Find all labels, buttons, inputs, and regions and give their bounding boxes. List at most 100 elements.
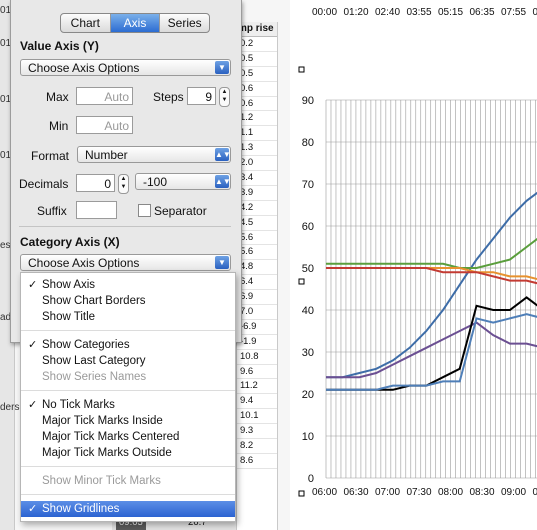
selection-handle (298, 278, 305, 285)
value-axis-title: Value Axis (Y) (20, 39, 99, 53)
sheet-cell[interactable]: -1.9 (237, 335, 277, 350)
sheet-cell[interactable]: 4.5 (237, 216, 277, 231)
dropdown-label: Choose Axis Options (28, 61, 140, 75)
x-tick-label: 08:00 (438, 487, 463, 498)
sheet-cell[interactable]: 0.5 (237, 52, 277, 67)
sheet-cell[interactable]: 10.8 (237, 350, 277, 365)
sheet-cell[interactable]: 9.3 (237, 424, 277, 440)
decimals-stepper[interactable]: ▲ ▼ (118, 174, 129, 194)
sheet-cell[interactable]: 6.9 (237, 290, 277, 306)
negative-format-dropdown[interactable]: -100 ▲▼ (135, 173, 231, 190)
chevron-down-icon: ▼ (215, 256, 229, 269)
selection-handle (298, 490, 305, 497)
sheet-cell[interactable]: 8.2 (237, 439, 277, 454)
x-tick-label: 07:00 (375, 487, 400, 498)
decimals-label: Decimals (19, 177, 69, 191)
menu-item-major-tick-outside[interactable]: Major Tick Marks Outside (21, 445, 235, 461)
top-axis-tick-label: 09:1 (533, 7, 537, 18)
sheet-cell[interactable]: 5.6 (237, 245, 277, 261)
sheet-cell[interactable]: 11.2 (237, 379, 277, 395)
separator-checkbox[interactable] (138, 204, 151, 217)
category-axis-title: Category Axis (X) (20, 235, 120, 249)
sheet-cell[interactable]: 1.2 (237, 111, 277, 127)
x-tick-label: 09:30 (533, 487, 537, 498)
sheet-cell[interactable]: 1.3 (237, 141, 277, 157)
sheet-cell[interactable]: 4.8 (237, 260, 277, 276)
dropdown-label: Choose Axis Options (28, 256, 140, 270)
sheet-cell[interactable]: 4.2 (237, 201, 277, 216)
sheet-cell[interactable]: 0.2 (237, 37, 277, 52)
sheet-cell[interactable]: -6.9 (237, 320, 277, 335)
separator-label: Separator (154, 204, 207, 218)
checkmark-icon: ✓ (28, 339, 38, 351)
menu-item-show-minor-tick-marks: Show Minor Tick Marks (42, 475, 161, 487)
menu-item-no-tick-marks[interactable]: ✓ No Tick Marks (21, 397, 235, 413)
sheet-cell[interactable]: 3.9 (237, 186, 277, 201)
sheet-cell[interactable]: 9.4 (237, 394, 277, 410)
sheet-cell[interactable]: 10.1 (237, 409, 277, 425)
category-axis-options-dropdown[interactable]: Choose Axis Options ▼ (20, 254, 231, 271)
menu-item-show-gridlines[interactable]: ✓ Show Gridlines (21, 501, 235, 517)
top-axis-tick-label: 06:35 (470, 7, 495, 18)
chevron-down-icon: ▼ (215, 61, 229, 74)
y-tick-label: 10 (302, 431, 314, 443)
x-tick-label: 07:30 (407, 487, 432, 498)
checkmark-icon: ✓ (28, 399, 38, 411)
dropdown-label: -100 (143, 175, 168, 189)
suffix-label: Suffix (37, 204, 67, 218)
menu-item-major-tick-centered[interactable]: Major Tick Marks Centered (21, 429, 235, 445)
top-axis-tick-label: 05:15 (438, 7, 463, 18)
y-tick-label: 30 (302, 347, 314, 359)
chart-canvas[interactable]: 00:00 01:20 02:40 03:55 05:15 06:35 07:55 09:1 0… (290, 0, 537, 530)
format-label: Format (31, 149, 70, 163)
top-axis-tick-label: 03:55 (407, 7, 432, 18)
top-axis-tick-label: 01:20 (344, 7, 369, 18)
sheet-cell[interactable]: 5.6 (237, 231, 277, 246)
sheet-cell[interactable]: 8.6 (237, 454, 277, 469)
menu-separator (21, 330, 235, 331)
sheet-cell[interactable]: 2.0 (237, 156, 277, 172)
menu-item-show-title[interactable]: Show Title (21, 309, 235, 325)
sheet-cell[interactable]: 1.1 (237, 126, 277, 142)
steps-label: Steps (153, 90, 184, 104)
sheet-cell[interactable]: 0.6 (237, 82, 277, 97)
tab-series[interactable]: Series (160, 14, 209, 32)
checkmark-icon: ✓ (28, 503, 38, 515)
sheet-cell[interactable]: 0.6 (237, 97, 277, 112)
top-axis-tick-label: 00:00 (312, 7, 337, 18)
sheet-cell[interactable]: 6.4 (237, 275, 277, 291)
max-label: Max (46, 90, 69, 104)
column-header[interactable]: mp rise (237, 22, 277, 37)
menu-item-show-categories[interactable]: ✓ Show Categories (21, 337, 235, 353)
temp-rise-column: mp rise 0.2 0.5 0.5 0.6 0.6 1.2 1.1 1.3 2.0 3.4 3.… (236, 22, 278, 530)
menu-item-major-tick-inside[interactable]: Major Tick Marks Inside (21, 413, 235, 429)
sheet-cell[interactable]: 0.5 (237, 67, 277, 82)
selection-handle (298, 66, 305, 73)
line-chart: 00:00 01:20 02:40 03:55 05:15 06:35 07:55 09:1 0… (298, 7, 537, 498)
sheet-cell[interactable]: 9.6 (237, 365, 277, 380)
steps-stepper[interactable]: ▲ ▼ (219, 87, 230, 107)
decimals-field[interactable]: 0 (76, 174, 115, 192)
tab-axis[interactable]: Axis (110, 14, 161, 32)
sheet-cell[interactable]: 7.0 (237, 305, 277, 320)
min-field[interactable]: Auto (76, 116, 133, 134)
menu-separator (21, 494, 235, 495)
tab-chart[interactable]: Chart (61, 14, 111, 32)
top-axis-tick-label: 07:55 (501, 7, 526, 18)
menu-item-show-last-category[interactable]: Show Last Category (21, 353, 235, 369)
sheet-cell[interactable]: 3.4 (237, 171, 277, 186)
menu-item-show-series-names: Show Series Names (42, 371, 147, 383)
max-field[interactable]: Auto (76, 87, 133, 105)
checkmark-icon: ✓ (28, 279, 38, 291)
steps-field[interactable]: 9 (187, 87, 216, 105)
suffix-field[interactable] (76, 201, 117, 219)
value-axis-options-dropdown[interactable]: Choose Axis Options ▼ (20, 59, 231, 76)
updown-arrows-icon: ▲▼ (215, 148, 231, 161)
menu-separator (21, 466, 235, 467)
sheet-fragment: ders (0, 402, 20, 413)
y-tick-label: 90 (302, 95, 314, 107)
menu-item-show-axis[interactable]: ✓ Show Axis (21, 277, 235, 293)
menu-item-show-chart-borders[interactable]: Show Chart Borders (21, 293, 235, 309)
y-tick-label: 80 (302, 137, 314, 149)
format-dropdown[interactable]: Number ▲▼ (77, 146, 231, 163)
